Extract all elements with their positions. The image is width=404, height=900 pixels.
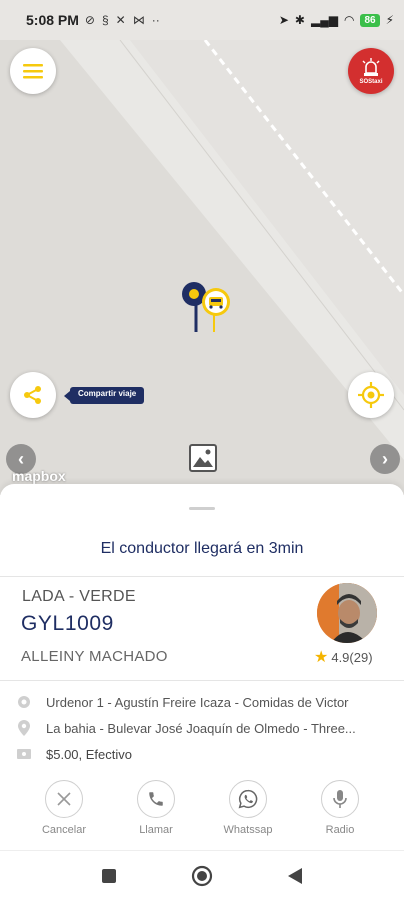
carousel-next-button[interactable]: › <box>370 444 400 474</box>
eta-text: El conductor llegará en 3min <box>100 540 304 557</box>
call-circle[interactable] <box>137 780 175 818</box>
payment-info: $5.00, Efectivo <box>46 746 132 762</box>
status-time: 5:08 PM <box>26 12 79 28</box>
signal-icon: ▂▄▆ <box>310 13 338 27</box>
taxi-marker-icon <box>202 288 230 332</box>
radio-circle[interactable] <box>321 780 359 818</box>
menu-button[interactable] <box>10 48 56 94</box>
close-icon <box>57 792 71 806</box>
chevron-left-icon: ‹ <box>18 448 24 469</box>
whatsapp-icon <box>238 789 258 809</box>
driver-avatar <box>317 583 377 643</box>
image-icon[interactable] <box>189 444 217 472</box>
notification-icons: ⊘ § ✕ ⋈ ·· <box>85 13 160 27</box>
action-bar: Cancelar Llamar Whatssap Radio <box>0 780 404 836</box>
origin-row: Urdenor 1 - Agustín Freire Icaza - Comid… <box>16 694 388 710</box>
origin-address: Urdenor 1 - Agustín Freire Icaza - Comid… <box>46 694 349 710</box>
dnd-icon: ⊘ <box>84 13 95 27</box>
cancel-label: Cancelar <box>41 824 87 836</box>
sos-label: SOStaxi <box>359 79 383 85</box>
battery-icon: 86 <box>360 13 380 27</box>
driver-name: ALLEINY MACHADO <box>21 648 168 665</box>
location-icon: ➤ <box>278 13 289 27</box>
whatsapp-circle[interactable] <box>229 780 267 818</box>
x-icon: ✕ <box>115 13 126 27</box>
vehicle-plate: GYL1009 <box>21 612 114 635</box>
driver-rating: ★ 4.9(29) <box>314 647 373 667</box>
crosshair-icon <box>358 382 384 408</box>
whatsapp-button[interactable]: Whatssap <box>212 780 284 836</box>
microphone-icon <box>333 790 347 808</box>
status-bar: 5:08 PM ⊘ § ✕ ⋈ ·· ➤ ✱ ▂▄▆ ◠ 86 ⚡ <box>0 0 404 40</box>
siren-icon <box>362 58 380 76</box>
payment-row: $5.00, Efectivo <box>16 746 388 762</box>
radio-button[interactable]: Radio <box>304 780 376 836</box>
rating-value: 4.9(29) <box>331 649 373 665</box>
origin-dot-icon <box>16 694 32 710</box>
locate-button[interactable] <box>348 372 394 418</box>
home-icon[interactable] <box>191 865 213 887</box>
phone-icon <box>149 792 163 806</box>
wifi-icon: ◠ <box>343 13 355 27</box>
map-view[interactable]: SOStaxi Compartir viaje ‹ › mapbox <box>0 40 404 495</box>
pickup-pin-icon <box>182 282 206 332</box>
share-icon <box>24 386 41 404</box>
share-trip-tooltip: Compartir viaje <box>63 387 145 404</box>
more-icon: ·· <box>151 13 160 27</box>
bowtie-icon: ⋈ <box>132 13 145 27</box>
call-label: Llamar <box>139 824 173 836</box>
whatsapp-label: Whatssap <box>223 824 273 836</box>
cash-icon <box>16 746 32 762</box>
destination-row: La bahia - Bulevar José Joaquín de Olmed… <box>16 720 388 736</box>
map-pins <box>182 282 230 332</box>
destination-pin-icon <box>16 720 32 736</box>
charging-icon: ⚡ <box>385 13 394 27</box>
hamburger-icon <box>23 64 43 79</box>
sync-icon: § <box>101 13 109 27</box>
bluetooth-icon: ✱ <box>294 13 305 27</box>
sheet-drag-handle[interactable] <box>189 507 215 510</box>
recents-icon[interactable] <box>101 868 117 884</box>
system-icons: ➤ ✱ ▂▄▆ ◠ 86 ⚡ <box>279 13 394 27</box>
system-nav-bar <box>0 850 404 900</box>
sos-button[interactable]: SOStaxi <box>348 48 394 94</box>
cancel-button[interactable]: Cancelar <box>28 780 100 836</box>
vehicle-description: LADA - VERDE <box>22 588 136 605</box>
star-icon: ★ <box>314 649 329 666</box>
chevron-right-icon: › <box>382 448 388 469</box>
map-background <box>0 40 404 495</box>
mapbox-attribution: mapbox <box>12 468 66 484</box>
trip-bottom-sheet: El conductor llegará en 3min LADA - VERD… <box>0 484 404 850</box>
destination-address: La bahia - Bulevar José Joaquín de Olmed… <box>46 720 356 736</box>
radio-label: Radio <box>325 824 355 836</box>
divider <box>0 680 404 681</box>
back-icon[interactable] <box>287 867 303 885</box>
cancel-circle[interactable] <box>45 780 83 818</box>
driver-photo <box>317 583 377 643</box>
divider <box>0 576 404 577</box>
call-button[interactable]: Llamar <box>120 780 192 836</box>
share-trip-button[interactable] <box>10 372 56 418</box>
